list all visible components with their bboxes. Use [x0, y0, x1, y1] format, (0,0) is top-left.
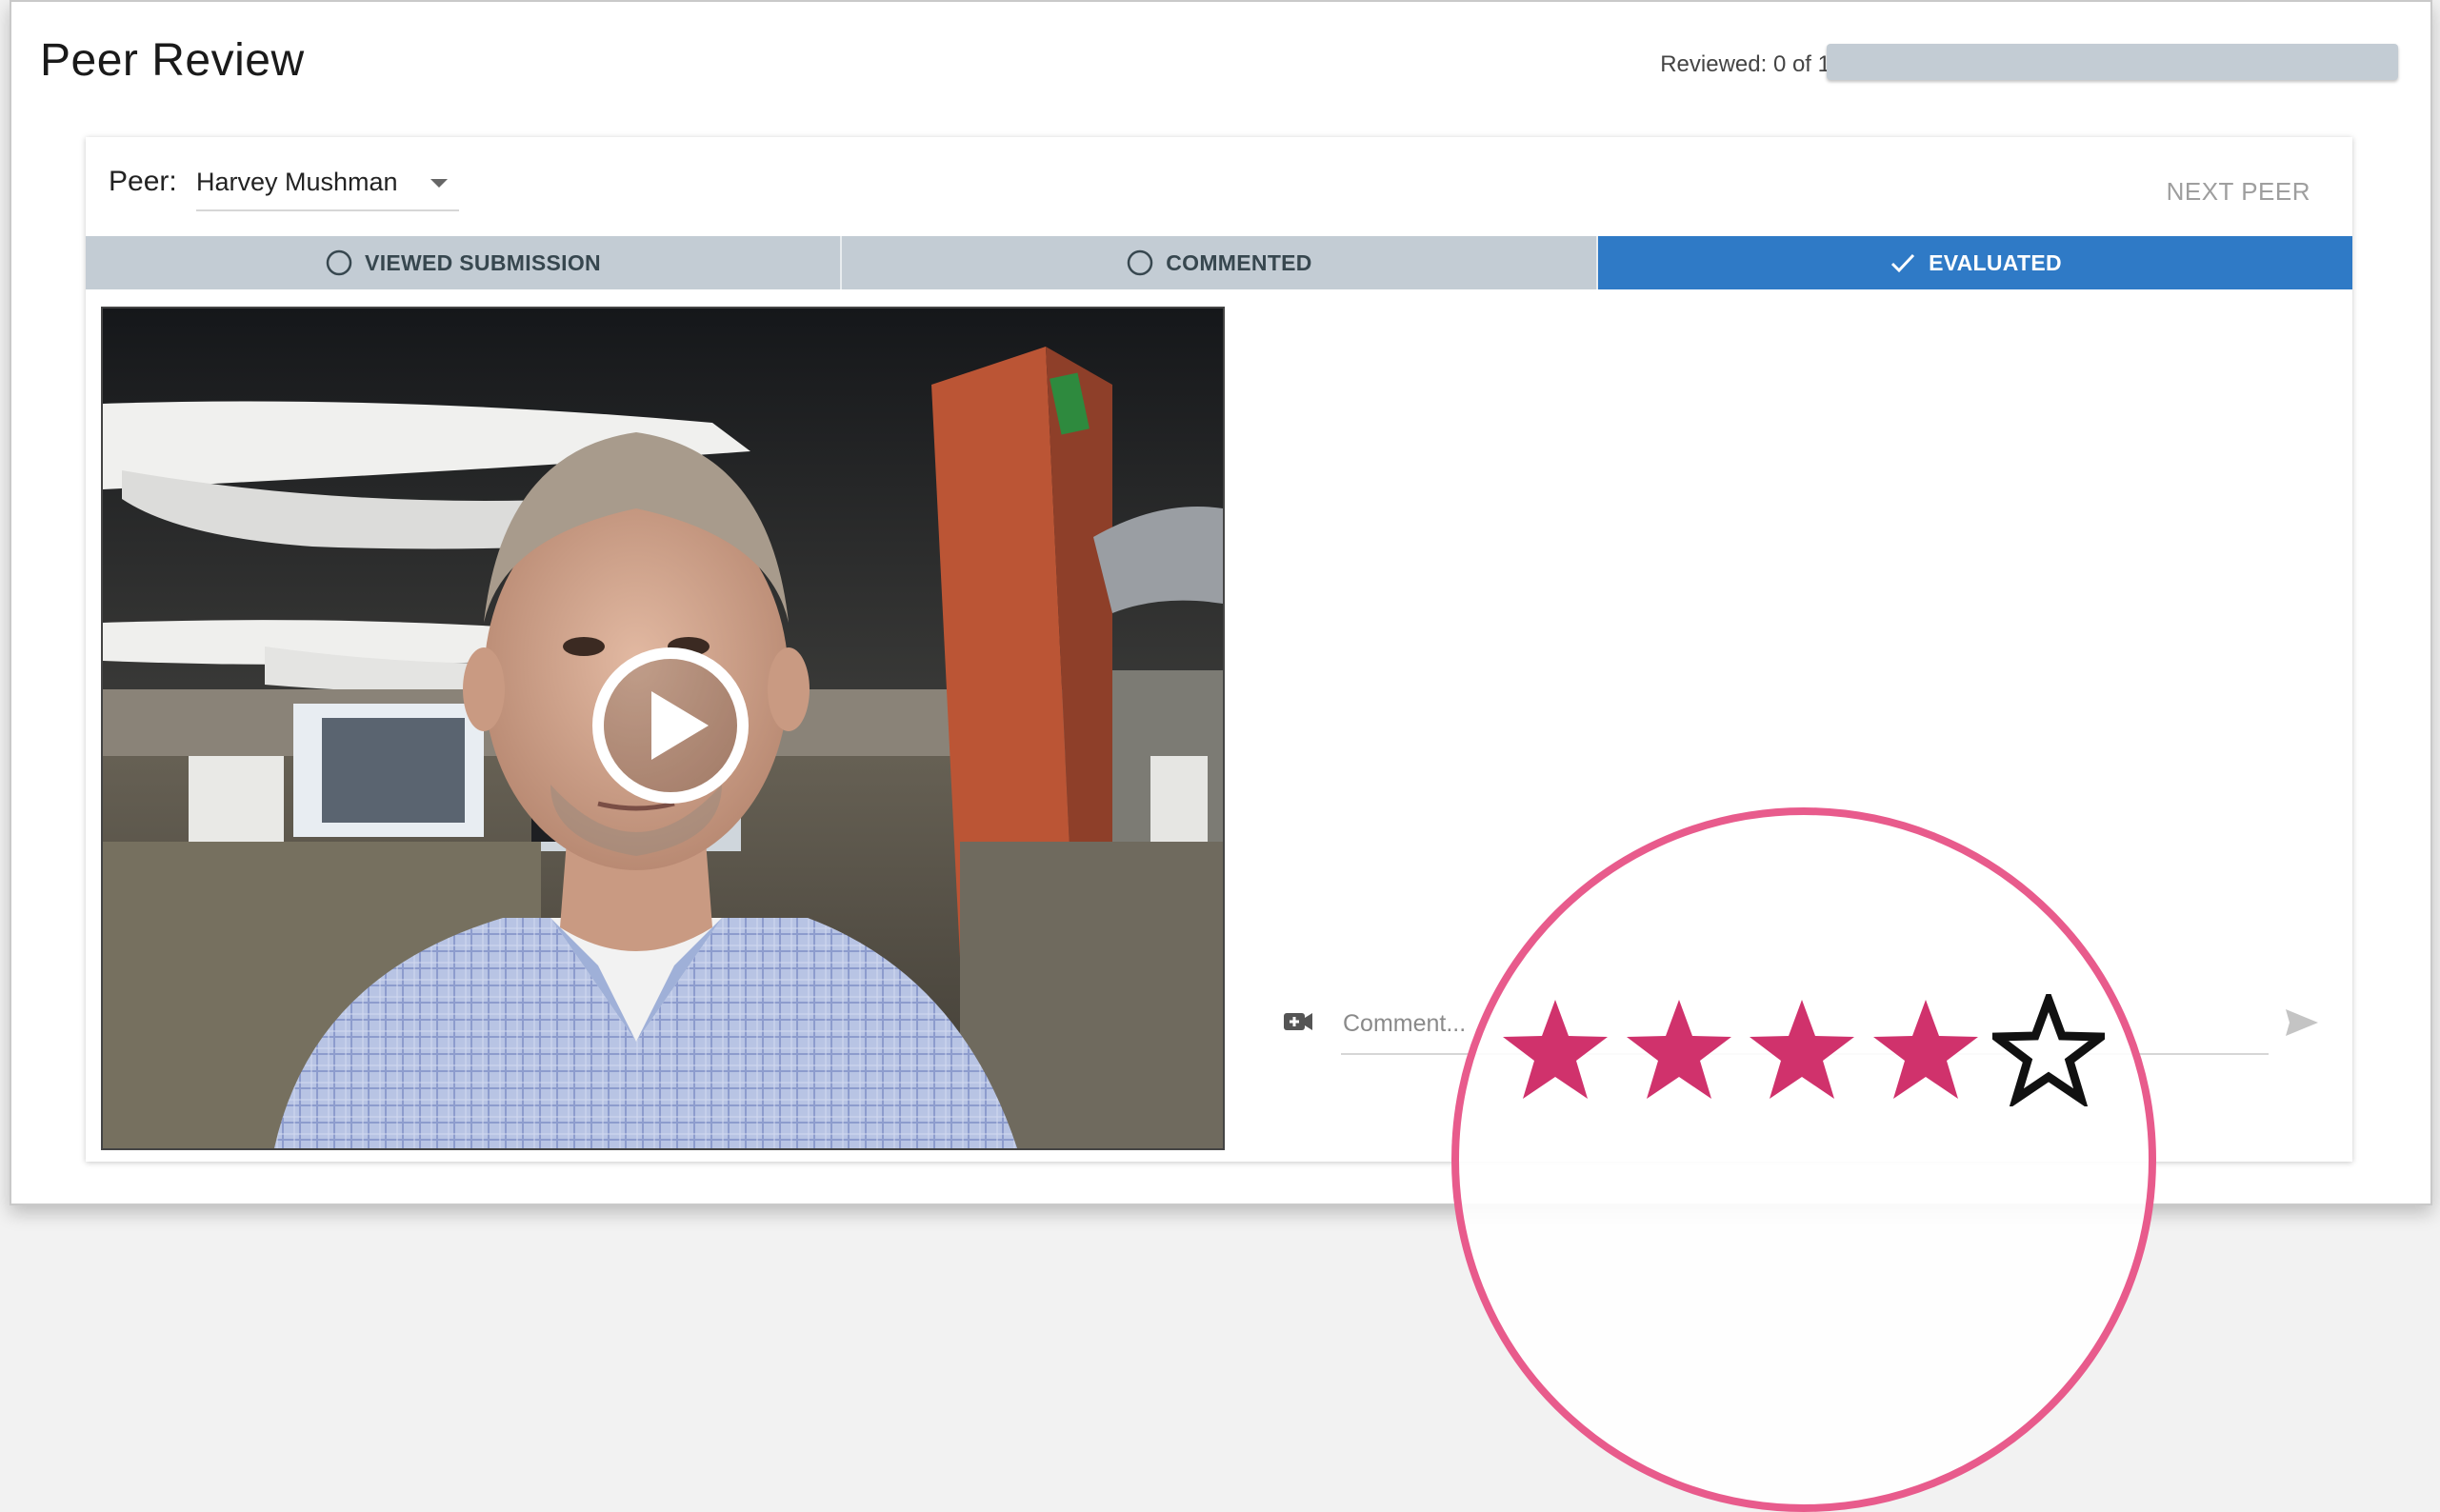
circle-outline-icon — [325, 249, 353, 277]
page-title: Peer Review — [40, 35, 305, 86]
video-comment-icon[interactable] — [1282, 1005, 1314, 1038]
star-filled-icon[interactable] — [1870, 994, 1982, 1106]
review-steps: VIEWED SUBMISSION COMMENTED EVALUATED — [86, 236, 2352, 289]
rating-highlight-circle — [1451, 807, 2156, 1512]
play-button[interactable] — [590, 646, 750, 806]
peer-select-value: Harvey Mushman — [196, 168, 398, 196]
review-progress-bar — [1827, 44, 2398, 80]
check-icon — [1889, 249, 1917, 277]
peer-label: Peer: — [109, 166, 177, 197]
star-rating[interactable] — [1499, 994, 2105, 1106]
step-label: COMMENTED — [1166, 249, 1312, 275]
step-commented[interactable]: COMMENTED — [842, 236, 1598, 289]
step-label: VIEWED SUBMISSION — [365, 249, 601, 275]
step-viewed-submission[interactable]: VIEWED SUBMISSION — [86, 236, 842, 289]
app-window: Peer Review Reviewed: 0 of 1 Peer: Harve… — [10, 0, 2432, 1512]
star-filled-icon[interactable] — [1623, 994, 1735, 1106]
step-label: EVALUATED — [1929, 249, 2062, 275]
send-icon[interactable] — [2282, 1004, 2320, 1042]
review-progress-label: Reviewed: 0 of 1 — [1660, 51, 1830, 77]
submission-video[interactable] — [101, 307, 1225, 1150]
star-filled-icon[interactable] — [1499, 994, 1611, 1106]
peer-select[interactable]: Harvey Mushman — [196, 160, 459, 211]
circle-outline-icon — [1126, 249, 1154, 277]
next-peer-button[interactable]: NEXT PEER — [2167, 177, 2310, 207]
star-filled-icon[interactable] — [1746, 994, 1858, 1106]
star-empty-icon[interactable] — [1992, 994, 2105, 1106]
step-evaluated[interactable]: EVALUATED — [1598, 236, 2352, 289]
play-icon — [592, 647, 749, 804]
caret-down-icon — [430, 179, 448, 188]
